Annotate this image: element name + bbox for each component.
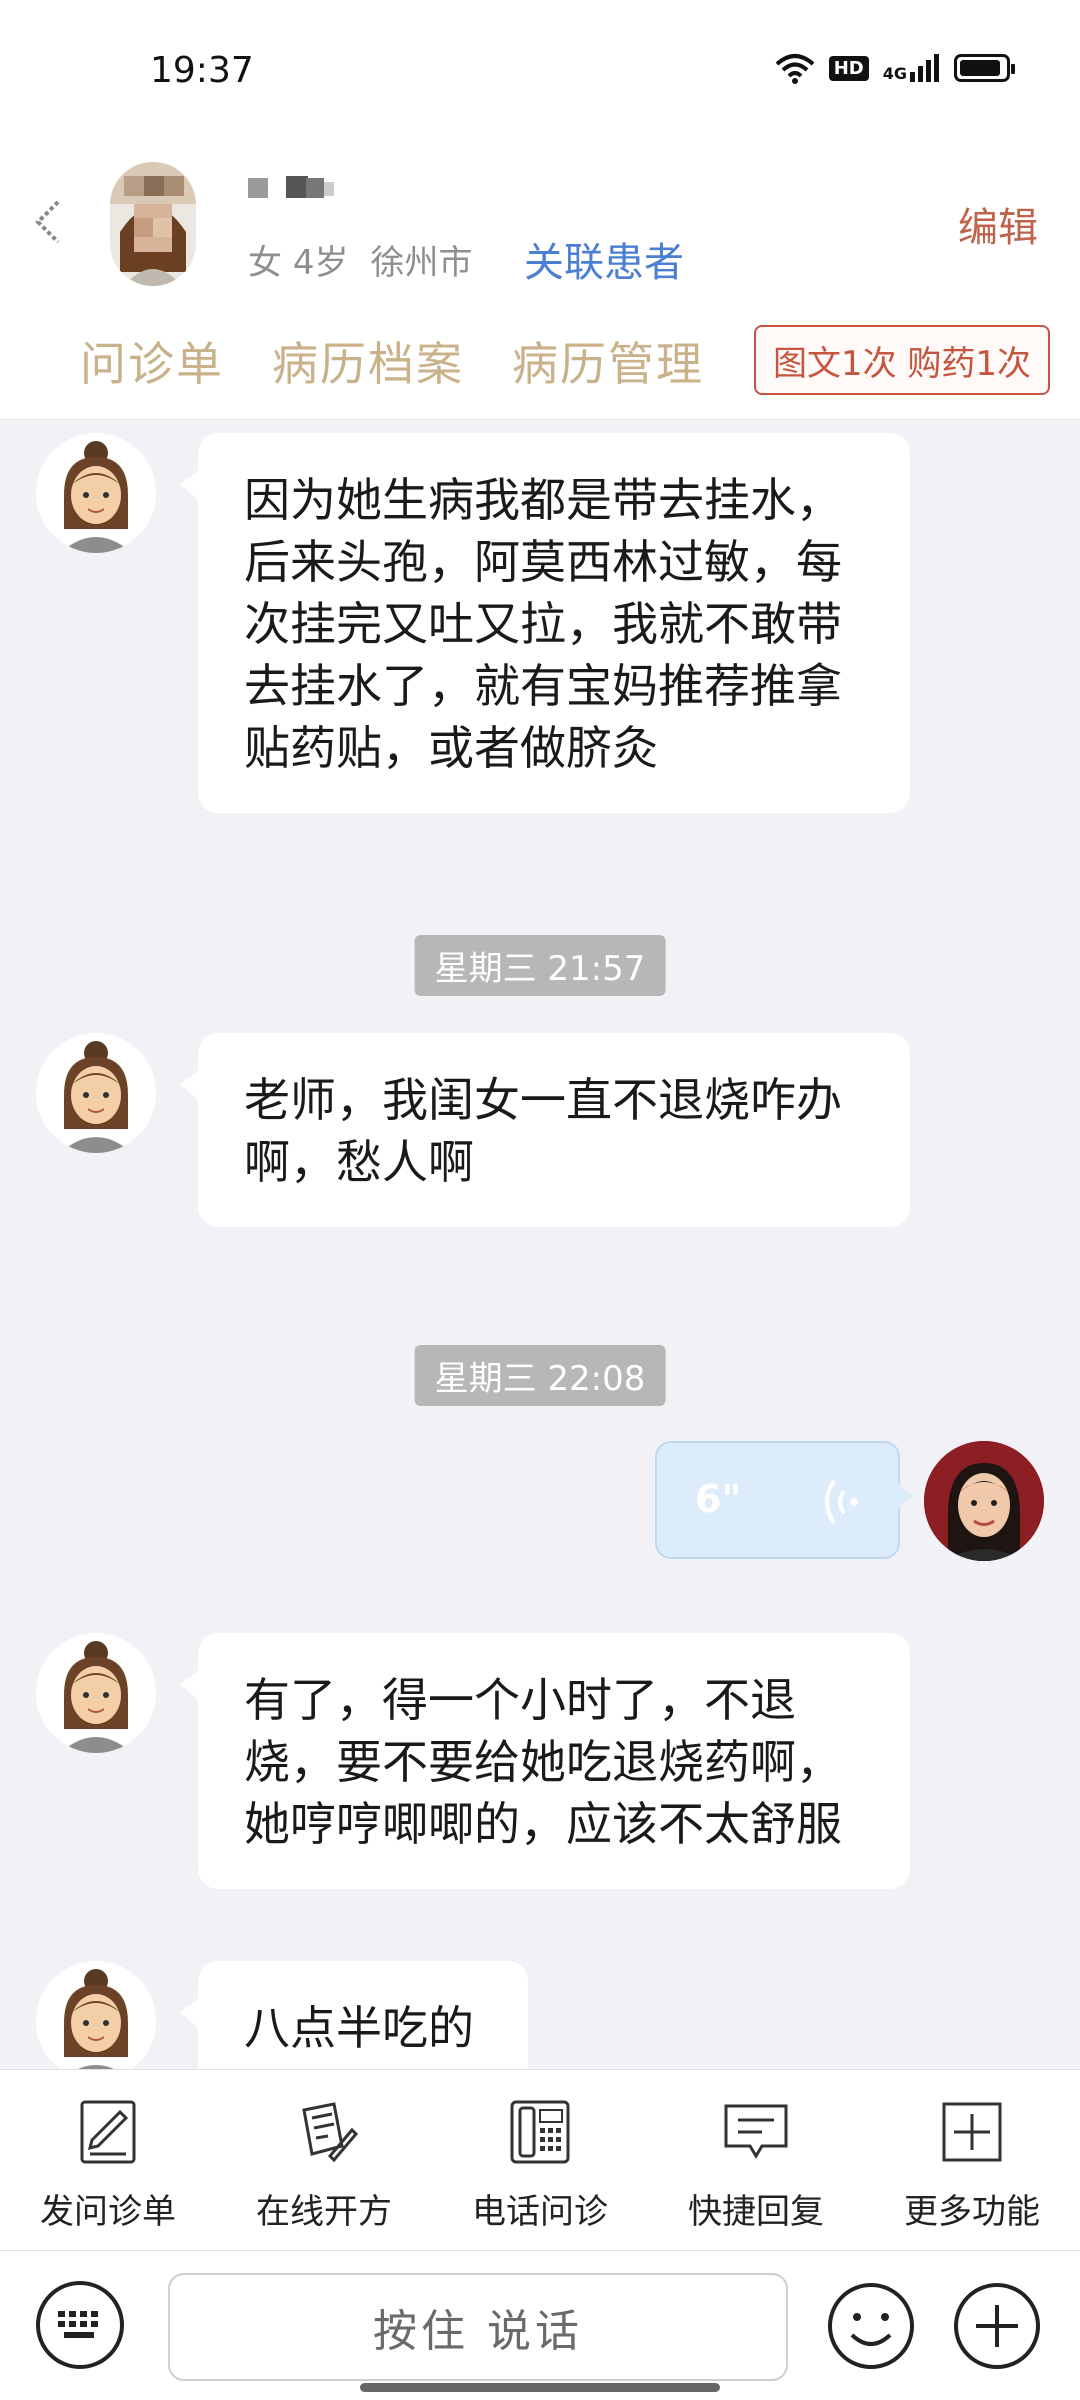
- func-label: 发问诊单: [40, 2192, 176, 2232]
- quick-reply-icon: [724, 2104, 788, 2159]
- voice-duration: 6": [695, 1477, 742, 1521]
- battery-fill: [960, 60, 1001, 76]
- quick-reply-button[interactable]: 快捷回复: [648, 2070, 864, 2250]
- emoji-icon[interactable]: [826, 2281, 916, 2371]
- func-label: 更多功能: [904, 2192, 1040, 2232]
- status-time: 19:37: [150, 50, 254, 91]
- message-bubble[interactable]: 八点半吃的: [180, 1961, 528, 2069]
- tab-record-management[interactable]: 病历管理: [512, 328, 704, 394]
- edit-button[interactable]: 编辑: [958, 195, 1038, 253]
- back-icon[interactable]: [28, 192, 68, 252]
- input-bar: 按住 说话: [0, 2250, 1080, 2400]
- home-indicator[interactable]: [360, 2383, 720, 2392]
- form-edit-icon: [80, 2100, 136, 2164]
- function-bar: 发问诊单 在线开方 电话问诊 快捷回复 更多功能: [0, 2069, 1080, 2250]
- patient-city: 徐州市: [370, 243, 473, 283]
- chat-area[interactable]: 因为她生病我都是带去挂水，后来头孢，阿莫西林过敏，每次挂完又吐又拉，我就不敢带去…: [0, 421, 1080, 2069]
- patient-chat-avatar[interactable]: [36, 1961, 156, 2069]
- name-mosaic: [248, 176, 334, 198]
- status-bar: 19:37 HD 4G: [0, 0, 1080, 150]
- patient-avatar[interactable]: [110, 162, 196, 286]
- tab-consult-form[interactable]: 问诊单: [80, 328, 224, 394]
- func-label: 在线开方: [256, 2192, 392, 2232]
- status-icons: HD 4G: [775, 52, 1015, 84]
- timestamp-chip: 星期三 22:08: [414, 1345, 666, 1406]
- online-prescription-button[interactable]: 在线开方: [216, 2070, 432, 2250]
- patient-chat-avatar[interactable]: [36, 433, 156, 553]
- patient-gender-age: 女 4岁: [248, 243, 349, 283]
- battery-icon: [954, 54, 1015, 82]
- plus-circle-icon[interactable]: [952, 2281, 1042, 2371]
- patient-chat-avatar[interactable]: [36, 1633, 156, 1753]
- func-label: 快捷回复: [688, 2192, 824, 2232]
- func-label: 电话问诊: [472, 2192, 608, 2232]
- keyboard-icon: [58, 2311, 98, 2338]
- patient-meta: 女 4岁 徐州市: [248, 235, 472, 284]
- signal-icon: 4G: [883, 54, 940, 82]
- phone-icon: [510, 2100, 570, 2164]
- hd-badge: HD: [828, 55, 869, 81]
- patient-chat-avatar[interactable]: [36, 1033, 156, 1153]
- link-patient-button[interactable]: 关联患者: [524, 230, 684, 288]
- voice-wave-icon: [825, 1479, 858, 1525]
- tab-medical-records[interactable]: 病历档案: [272, 328, 464, 394]
- plus-square-icon: [942, 2102, 1002, 2162]
- send-consult-form-button[interactable]: 发问诊单: [0, 2070, 216, 2250]
- message-bubble[interactable]: 因为她生病我都是带去挂水，后来头孢，阿莫西林过敏，每次挂完又吐又拉，我就不敢带去…: [180, 433, 910, 813]
- wifi-icon: [775, 54, 815, 84]
- voice-message-bubble[interactable]: 6": [655, 1441, 914, 1559]
- message-bubble[interactable]: 有了，得一个小时了，不退烧，要不要给她吃退烧药啊，她哼哼唧唧的，应该不太舒服: [180, 1633, 910, 1889]
- timestamp-chip: 星期三 21:57: [414, 935, 666, 996]
- phone-consult-button[interactable]: 电话问诊: [432, 2070, 648, 2250]
- keyboard-toggle-button[interactable]: [36, 2281, 124, 2369]
- doctor-avatar[interactable]: [924, 1441, 1044, 1561]
- patient-header: 女 4岁 徐州市 关联患者 编辑 问诊单 病历档案 病历管理 图文1次 购药1次: [0, 150, 1080, 420]
- message-bubble[interactable]: 老师，我闺女一直不退烧咋办啊，愁人啊: [180, 1033, 910, 1227]
- prescription-icon: [302, 2102, 359, 2163]
- hold-to-talk-button[interactable]: 按住 说话: [168, 2273, 788, 2381]
- more-functions-button[interactable]: 更多功能: [864, 2070, 1080, 2250]
- network-label: 4G: [882, 64, 907, 83]
- header-tabs: 问诊单 病历档案 病历管理: [80, 328, 704, 394]
- service-count-badge[interactable]: 图文1次 购药1次: [754, 325, 1050, 395]
